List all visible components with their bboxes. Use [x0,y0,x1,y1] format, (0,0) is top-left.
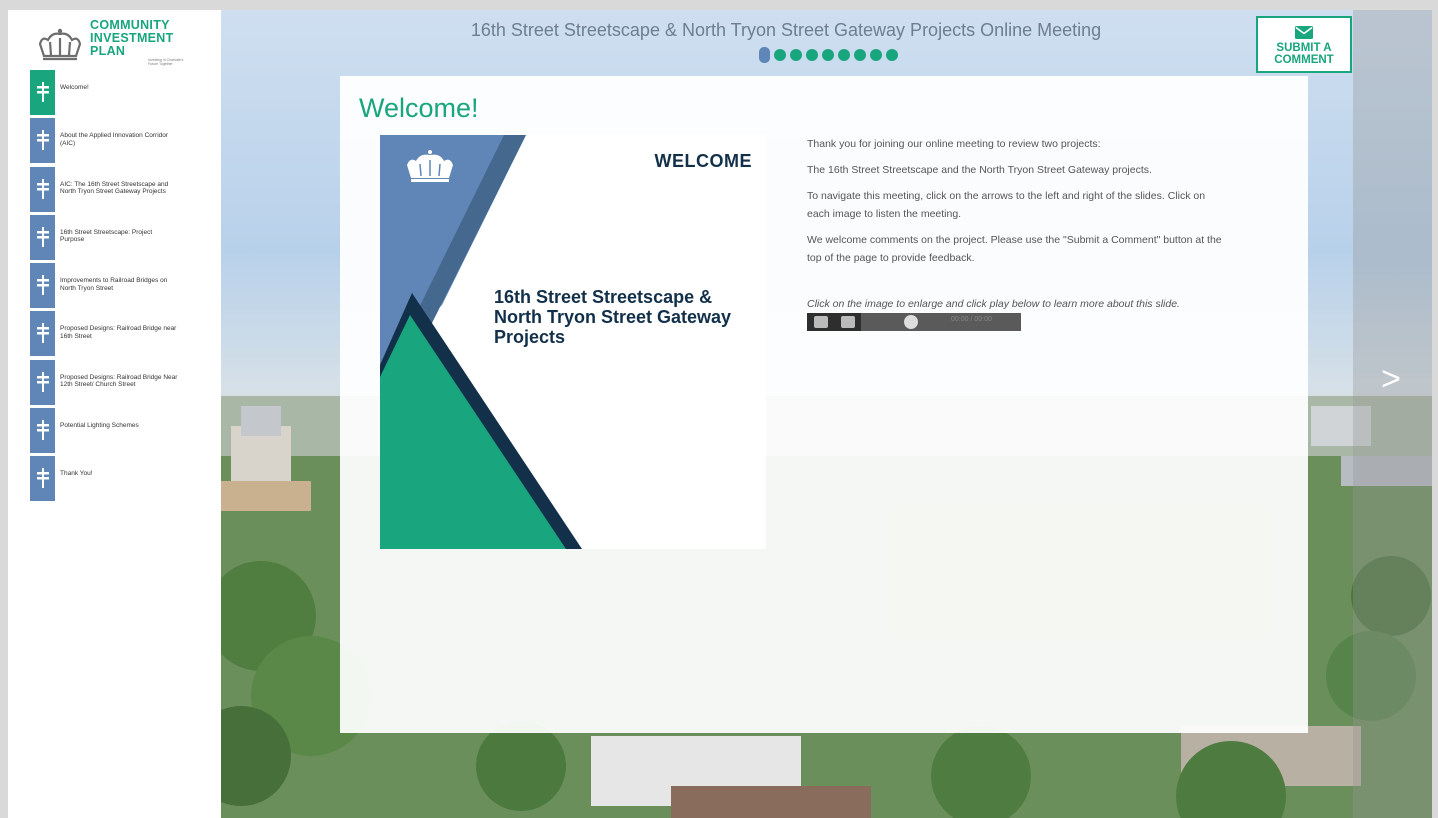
logo: COMMUNITY INVESTMENT PLAN Investing in C… [36,18,196,66]
play-button[interactable] [813,316,828,328]
signpost-icon [36,275,49,296]
sidebar-tab [30,166,55,212]
sidebar-item-label: Proposed Designs: Railroad Bridge near 1… [60,325,177,340]
sidebar-item-label: AIC: The 16th Street Streetscape and Nor… [60,180,169,196]
audio-controls [807,313,861,331]
slide-nav: Welcome! About the Applied Innovation Cor… [30,70,210,505]
sidebar-item-label: Thank You! [60,470,93,478]
volume-button[interactable] [840,316,855,328]
signpost-icon [36,468,49,489]
sidebar-item-label: About the Applied Innovation Corridor (A… [60,132,169,147]
audio-time: 00:00 / 00:00 [951,316,992,323]
sidebar-tab [30,118,55,164]
logo-tagline: Investing in Charlotte's Future Together [148,58,184,66]
meeting-title: 16th Street Streetscape & North Tryon St… [470,20,1102,40]
sidebar-item-label: Improvements to Railroad Bridges on Nort… [60,277,168,292]
play-instruction: Click on the image to enlarge and click … [807,298,1180,310]
signpost-icon [36,178,49,199]
sidebar-tab [30,263,55,309]
signpost-icon [36,323,49,344]
slide-dot[interactable] [822,49,834,61]
slide-dot[interactable] [806,49,818,61]
sidebar-item-label: Proposed Designs: Railroad Bridge Near 1… [60,373,178,389]
stage: 16th Street Streetscape & North Tryon St… [221,10,1432,818]
intro-text: Thank you for joining our online meeting… [807,135,1227,321]
signpost-icon [36,82,49,102]
slide-dot[interactable] [870,49,882,61]
sidebar-item-label: 16th Street Streetscape: Project Purpose [60,228,153,244]
next-slide-arrow[interactable]: > [1381,360,1401,399]
slide-dot[interactable] [854,49,866,61]
sidebar-item[interactable]: Potential Lighting Schemes [30,408,210,456]
content-panel: Welcome! WELCOME 16th Street Streetscape… [340,76,1308,733]
signpost-icon [36,371,49,392]
submit-comment-button[interactable]: SUBMIT A COMMENT [1256,16,1352,73]
app-frame: COMMUNITY INVESTMENT PLAN Investing in C… [8,10,1432,818]
sidebar-tab [30,359,55,405]
audio-player: 00:00 / 00:00 [807,313,1021,331]
sidebar-item[interactable]: AIC: The 16th Street Streetscape and Nor… [30,166,210,215]
signpost-icon [36,130,49,151]
sidebar-item[interactable]: Proposed Designs: Railroad Bridge near 1… [30,311,210,359]
sidebar-item[interactable]: About the Applied Innovation Corridor (A… [30,118,210,166]
seek-handle[interactable] [904,315,918,329]
slide-dot[interactable] [759,47,770,63]
intro-paragraph: The 16th Street Streetscape and the Nort… [807,164,1152,176]
submit-line2: COMMENT [1274,54,1334,66]
slide-dot[interactable] [774,49,786,61]
sidebar-tab [30,70,55,115]
submit-line1: SUBMIT A [1276,42,1332,54]
slide-heading: 16th Street Streetscape & North Tryon St… [494,287,732,347]
sidebar-item[interactable]: Thank You! [30,456,210,504]
sidebar-item[interactable]: Welcome! [30,70,210,118]
sidebar: COMMUNITY INVESTMENT PLAN Investing in C… [8,10,221,818]
slide-image[interactable]: WELCOME 16th Street Streetscape & North … [380,135,766,549]
sidebar-tab [30,456,55,502]
envelope-icon [1295,26,1313,39]
sidebar-item[interactable]: Improvements to Railroad Bridges on Nort… [30,263,210,311]
sidebar-item-label: Welcome! [60,84,89,91]
sidebar-tab [30,408,55,454]
audio-seek-bar[interactable]: 00:00 / 00:00 [861,313,1021,331]
slide-dot[interactable] [886,49,898,61]
right-shade [1353,10,1432,818]
crown-logo-icon [38,28,82,61]
panel-title: Welcome! [359,93,479,123]
sidebar-item-label: Potential Lighting Schemes [60,422,139,430]
sidebar-item[interactable]: Proposed Designs: Railroad Bridge Near 1… [30,359,210,408]
logo-text: COMMUNITY INVESTMENT PLAN [90,19,174,58]
intro-paragraph: Thank you for joining our online meeting… [807,138,1101,150]
signpost-icon [36,226,49,247]
slide-dot[interactable] [790,49,802,61]
signpost-icon [36,420,49,441]
intro-paragraph: We welcome comments on the project. Plea… [807,234,1222,264]
logo-line3: PLAN [90,44,126,58]
sidebar-item[interactable]: 16th Street Streetscape: Project Purpose [30,214,210,263]
sidebar-tab [30,214,55,260]
sidebar-tab [30,311,55,357]
slide-dot[interactable] [838,49,850,61]
slide-dots [759,47,898,63]
slide-welcome-text: WELCOME [654,151,752,171]
intro-paragraph: To navigate this meeting, click on the a… [807,190,1206,220]
